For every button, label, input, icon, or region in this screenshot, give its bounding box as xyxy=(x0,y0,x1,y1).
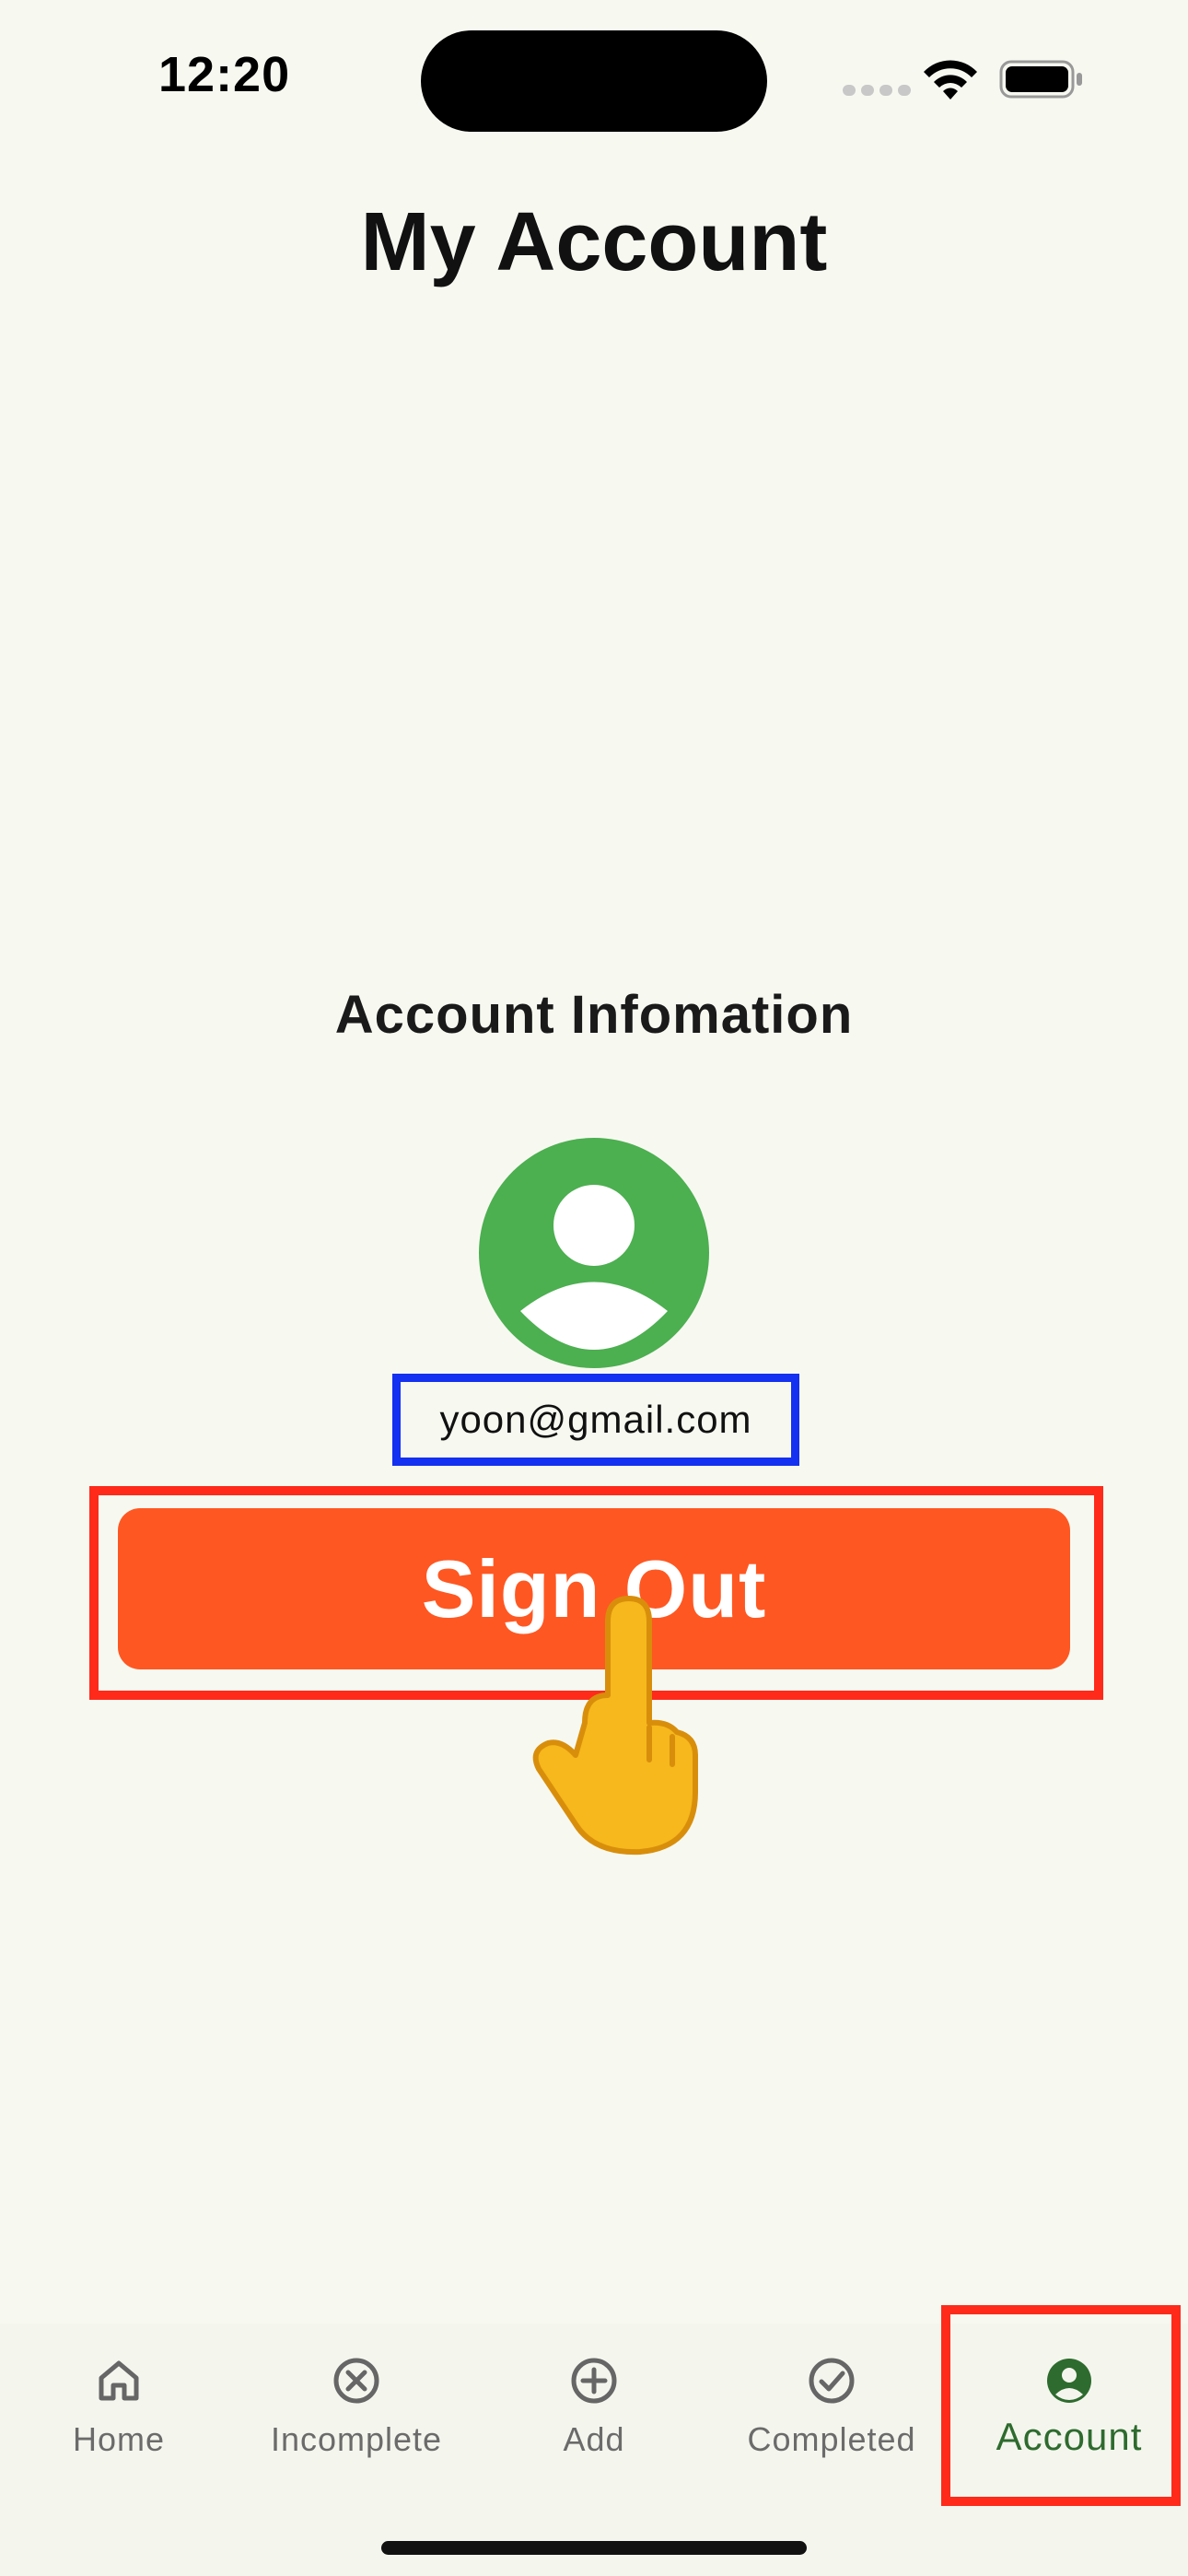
status-time: 12:20 xyxy=(158,47,291,102)
page-title: My Account xyxy=(360,196,828,288)
email-text: yoon@gmail.com xyxy=(439,1398,752,1441)
account-info-heading: Account Infomation xyxy=(334,985,854,1045)
account-highlight-frame xyxy=(941,2305,1181,2506)
x-circle-icon xyxy=(333,2358,379,2404)
battery-icon xyxy=(999,60,1082,99)
home-indicator[interactable] xyxy=(381,2541,807,2555)
check-circle-icon xyxy=(809,2358,855,2404)
plus-circle-icon xyxy=(571,2358,617,2404)
nav-item-incomplete[interactable]: Incomplete xyxy=(238,2345,475,2492)
nav-label-incomplete: Incomplete xyxy=(270,2420,443,2458)
home-icon xyxy=(99,2360,139,2401)
dynamic-island xyxy=(421,30,767,132)
email-display: yoon@gmail.com xyxy=(392,1374,799,1466)
avatar xyxy=(479,1138,709,1368)
nav-item-add[interactable]: Add xyxy=(475,2345,713,2492)
nav-label-completed: Completed xyxy=(747,2420,916,2458)
nav-label-add: Add xyxy=(563,2420,625,2458)
nav-item-home[interactable]: Home xyxy=(0,2345,238,2492)
pointing-hand-icon xyxy=(532,1596,698,1856)
person-icon xyxy=(520,1185,668,1350)
wifi-icon xyxy=(924,60,977,100)
nav-label-home: Home xyxy=(72,2420,166,2458)
nav-item-completed[interactable]: Completed xyxy=(713,2345,950,2492)
